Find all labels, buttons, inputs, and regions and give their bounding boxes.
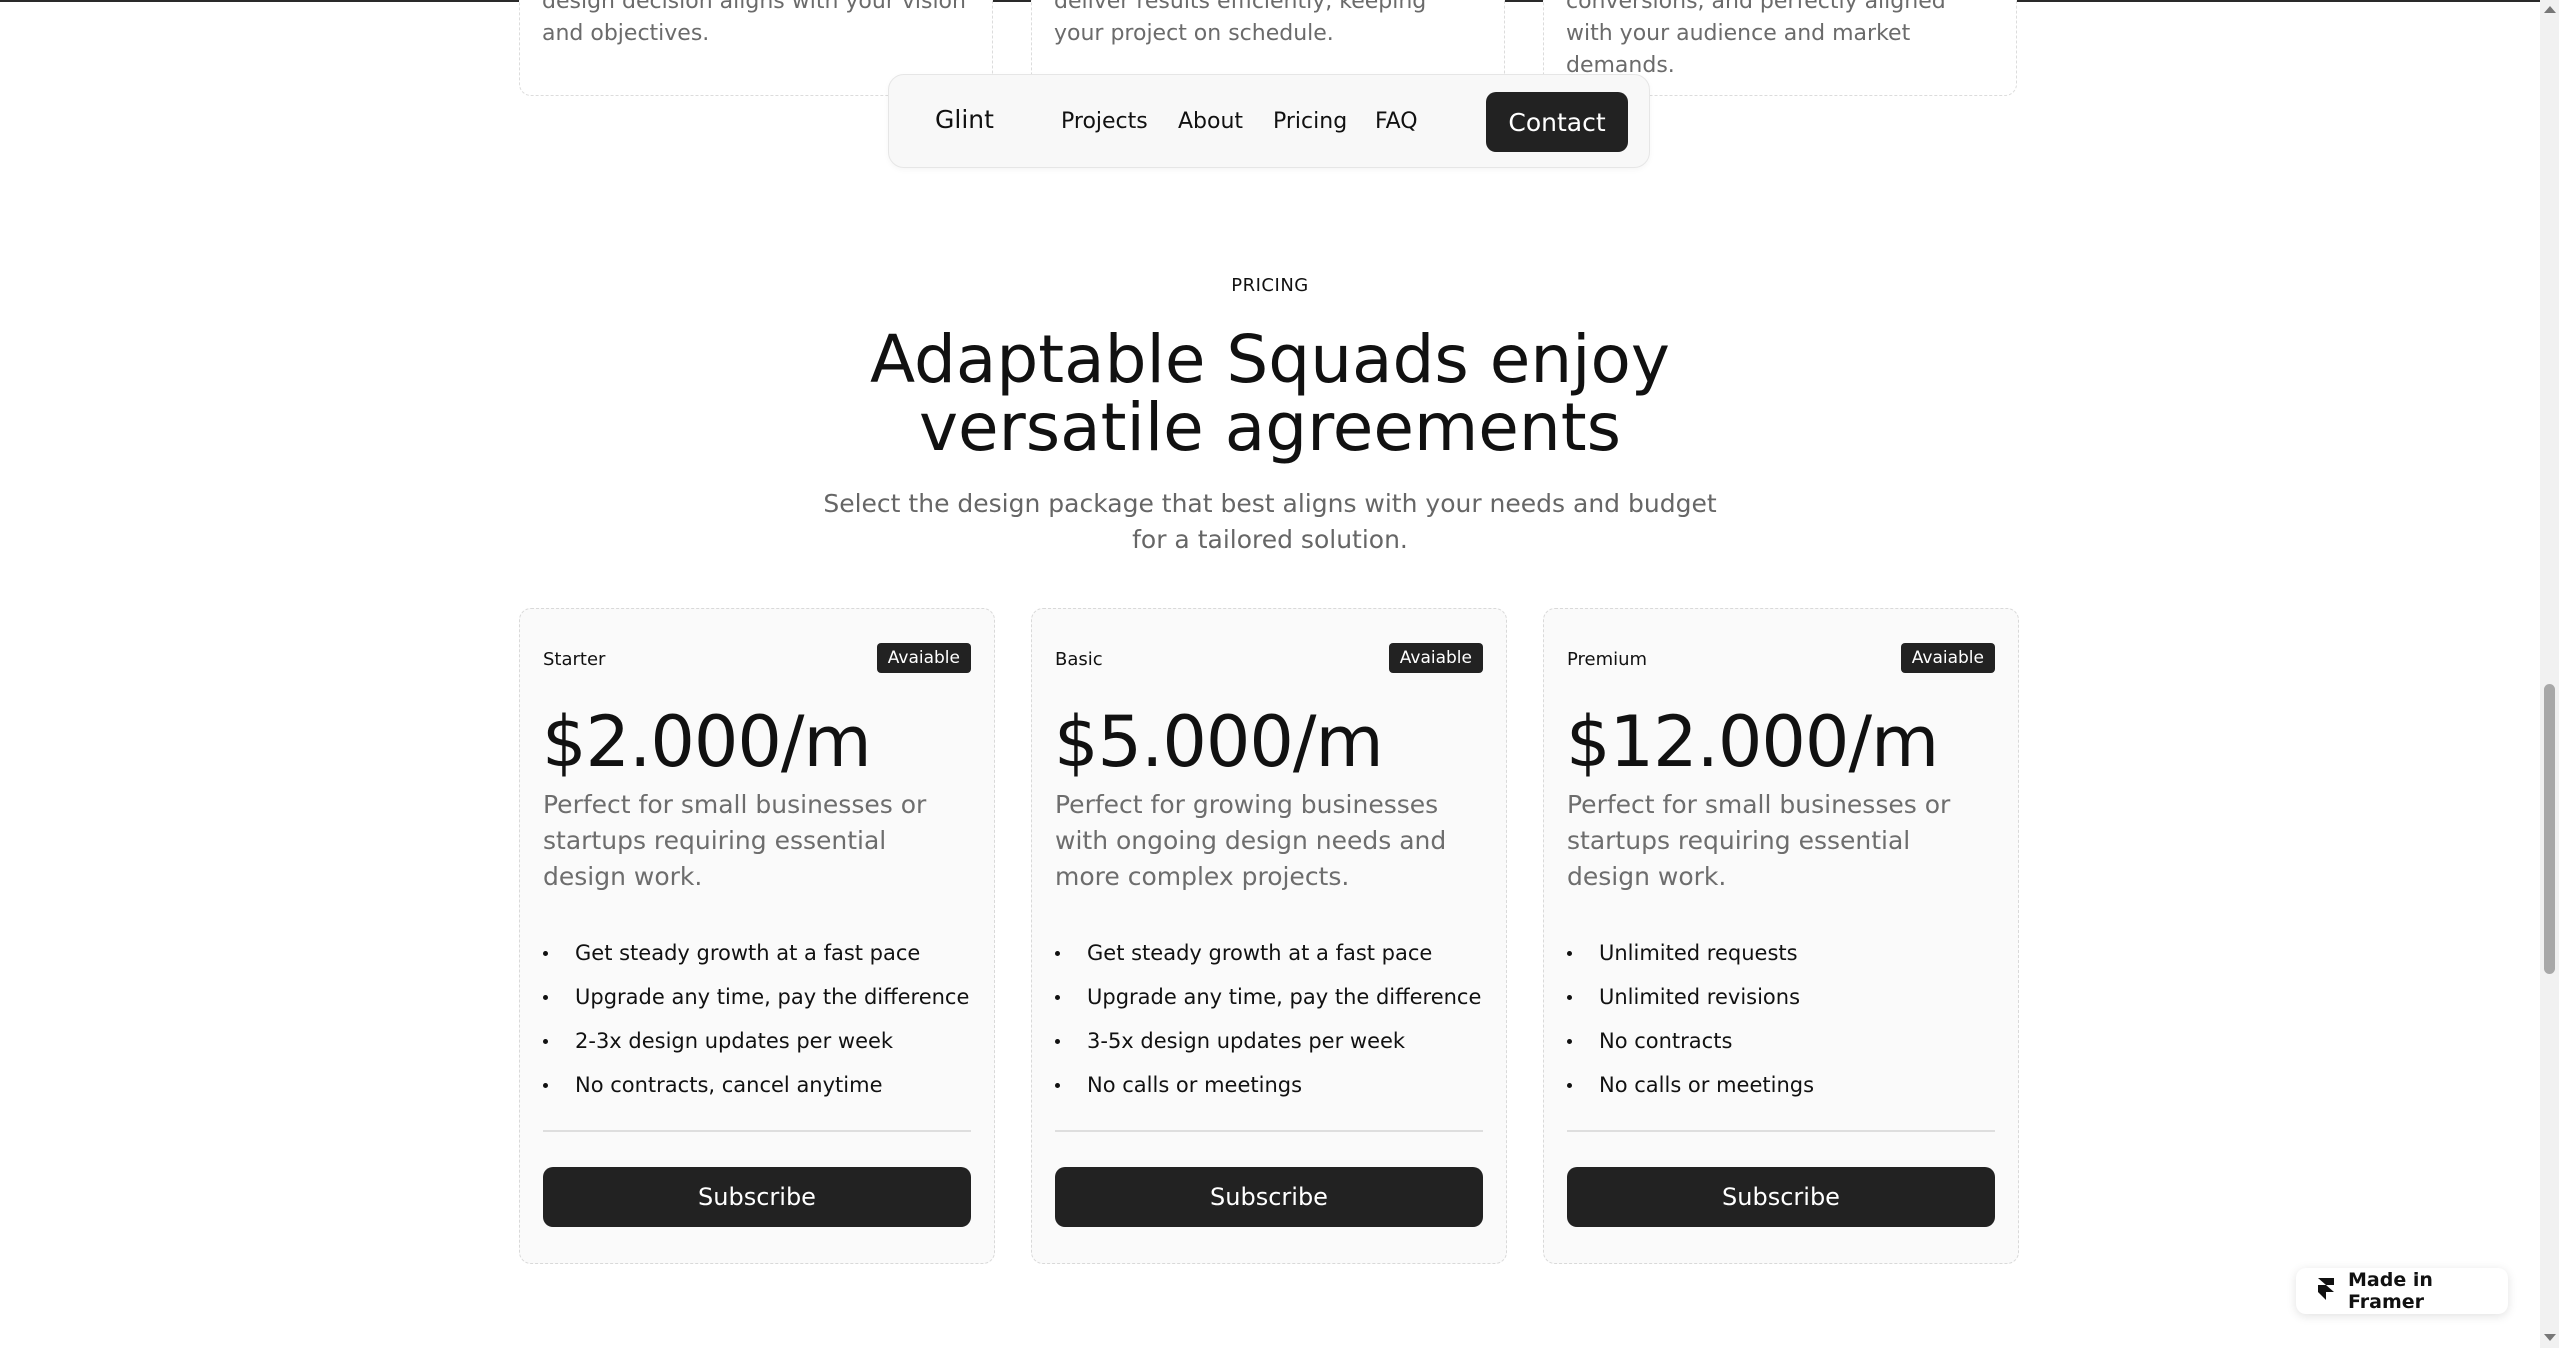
made-in-framer-badge[interactable]: Made in Framer	[2296, 1268, 2508, 1314]
feature-item: No calls or meetings	[1567, 1063, 1997, 1107]
plan-description: Perfect for small businesses or startups…	[1567, 790, 1951, 891]
bullet-icon	[1567, 995, 1572, 1000]
divider	[543, 1130, 971, 1132]
divider	[1055, 1130, 1483, 1132]
feature-text: 2-3x design updates per week	[575, 1029, 894, 1053]
nav-link-faq[interactable]: FAQ	[1375, 109, 1418, 134]
nav-link-projects[interactable]: Projects	[1061, 109, 1148, 134]
feature-item: No contracts	[1567, 1019, 1997, 1063]
feature-text: Upgrade any time, pay the difference	[1087, 985, 1482, 1009]
plan-name: Basic	[1055, 649, 1103, 670]
bullet-icon	[1055, 1083, 1060, 1088]
plan-price: $12.000/m	[1566, 701, 1939, 783]
nav-link-about[interactable]: About	[1178, 109, 1243, 134]
subscribe-button[interactable]: Subscribe	[1567, 1167, 1995, 1227]
made-in-framer-label: Made in Framer	[2348, 1269, 2433, 1313]
plan-description: Perfect for growing businesses with ongo…	[1055, 790, 1447, 891]
feature-item: Unlimited revisions	[1567, 975, 1997, 1019]
feature-item: Get steady growth at a fast pace	[1055, 931, 1485, 975]
feature-text: Get steady growth at a fast pace	[575, 941, 921, 965]
plan-name: Premium	[1567, 649, 1648, 670]
feature-text: Get steady growth at a fast pace	[1087, 941, 1433, 965]
feature-card-text: design decision aligns with your vision …	[542, 0, 966, 46]
bullet-icon	[1055, 1039, 1060, 1044]
contact-button[interactable]: Contact	[1486, 92, 1628, 152]
feature-text: No calls or meetings	[1087, 1073, 1303, 1097]
feature-text: No calls or meetings	[1599, 1073, 1815, 1097]
feature-item: Upgrade any time, pay the difference	[1055, 975, 1485, 1019]
bullet-icon	[1055, 995, 1060, 1000]
plan-description: Perfect for small businesses or startups…	[543, 790, 927, 891]
pricing-card-starter: Starter Avaiable $2.000/m Perfect for sm…	[519, 608, 995, 1264]
availability-badge: Avaiable	[1900, 643, 1995, 673]
section-title: Adaptable Squads enjoy versatile agreeme…	[870, 321, 1670, 466]
bullet-icon	[543, 1039, 548, 1044]
feature-card-text: deliver results efficiently, keeping you…	[1054, 0, 1427, 46]
feature-item: 2-3x design updates per week	[543, 1019, 973, 1063]
plan-name: Starter	[543, 649, 606, 670]
feature-list: Unlimited requests Unlimited revisions N…	[1567, 931, 1997, 1107]
scrollbar-thumb[interactable]	[2544, 684, 2555, 974]
bullet-icon	[1055, 951, 1060, 956]
scroll-up-arrow-icon[interactable]	[2544, 6, 2556, 13]
bullet-icon	[543, 1083, 548, 1088]
feature-item: Unlimited requests	[1567, 931, 1997, 975]
bullet-icon	[1567, 951, 1572, 956]
page-scrollbar[interactable]	[2540, 0, 2559, 1348]
subscribe-button[interactable]: Subscribe	[543, 1167, 971, 1227]
feature-item: No contracts, cancel anytime	[543, 1063, 973, 1107]
feature-item: Get steady growth at a fast pace	[543, 931, 973, 975]
availability-badge: Avaiable	[876, 643, 971, 673]
feature-text: 3-5x design updates per week	[1087, 1029, 1406, 1053]
availability-badge: Avaiable	[1388, 643, 1483, 673]
plan-price: $5.000/m	[1054, 701, 1384, 783]
bullet-icon	[543, 995, 548, 1000]
pricing-card-basic: Basic Avaiable $5.000/m Perfect for grow…	[1031, 608, 1507, 1264]
feature-card-text: conversions, and perfectly aligned with …	[1566, 0, 1946, 78]
floating-navbar: Glint Projects About Pricing FAQ Contact	[888, 74, 1650, 168]
feature-list: Get steady growth at a fast pace Upgrade…	[543, 931, 973, 1107]
framer-icon	[2318, 1277, 2334, 1305]
bullet-icon	[1567, 1083, 1572, 1088]
nav-link-pricing[interactable]: Pricing	[1273, 109, 1347, 134]
pricing-card-premium: Premium Avaiable $12.000/m Perfect for s…	[1543, 608, 2019, 1264]
brand-logo[interactable]: Glint	[935, 105, 994, 134]
feature-text: Upgrade any time, pay the difference	[575, 985, 970, 1009]
feature-text: Unlimited revisions	[1599, 985, 1801, 1009]
feature-text: No contracts, cancel anytime	[575, 1073, 883, 1097]
bullet-icon	[543, 951, 548, 956]
scroll-down-arrow-icon[interactable]	[2544, 1334, 2556, 1341]
feature-list: Get steady growth at a fast pace Upgrade…	[1055, 931, 1485, 1107]
feature-item: No calls or meetings	[1055, 1063, 1485, 1107]
plan-price: $2.000/m	[542, 701, 872, 783]
bullet-icon	[1567, 1039, 1572, 1044]
divider	[1567, 1130, 1995, 1132]
feature-item: 3-5x design updates per week	[1055, 1019, 1485, 1063]
feature-item: Upgrade any time, pay the difference	[543, 975, 973, 1019]
feature-text: Unlimited requests	[1599, 941, 1798, 965]
section-subtitle: Select the design package that best alig…	[823, 489, 1717, 554]
section-eyebrow: PRICING	[1231, 275, 1309, 296]
subscribe-button[interactable]: Subscribe	[1055, 1167, 1483, 1227]
feature-text: No contracts	[1599, 1029, 1733, 1053]
